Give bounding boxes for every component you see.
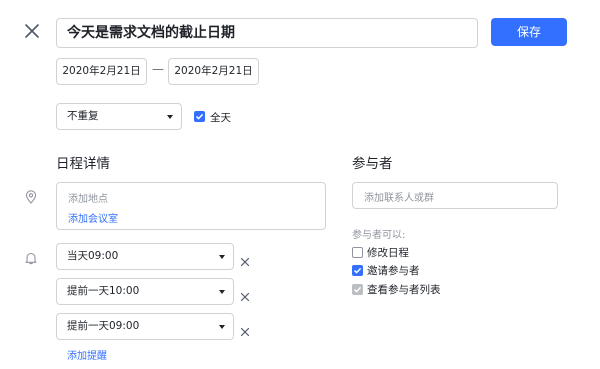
participant-search-input[interactable]: 添加联系人或群 [352,182,558,209]
participant-search-placeholder: 添加联系人或群 [364,193,434,204]
event-title-input[interactable]: 今天是需求文档的截止日期 [56,18,478,48]
close-icon [240,257,250,267]
date-range-separator: — [152,62,164,76]
permission-view-list-label: 查看参与者列表 [367,284,441,296]
reminder-select-3[interactable]: 提前一天09:00 [56,313,234,340]
check-icon [353,267,362,274]
permission-view-list-checkbox [352,284,363,295]
location-pin-icon [25,189,37,208]
permissions-label: 参与者可以: [352,230,406,241]
reminder-select-value: 提前一天10:00 [67,285,140,297]
save-button[interactable]: 保存 [491,18,567,46]
caret-down-icon [167,115,173,119]
repeat-select[interactable]: 不重复 [56,103,182,130]
permission-edit-label: 修改日程 [367,247,409,259]
details-section-title: 日程详情 [56,156,110,172]
reminder-select-value: 当天09:00 [67,250,119,262]
permission-invite-checkbox[interactable] [352,265,363,276]
caret-down-icon [219,325,225,329]
all-day-checkbox[interactable] [194,111,205,122]
permission-edit-checkbox[interactable] [352,247,363,258]
add-reminder-link[interactable]: 添加提醒 [67,347,107,362]
close-icon [240,292,250,302]
location-input[interactable]: 添加地点 [68,190,108,205]
check-icon [195,113,204,120]
close-icon [25,24,39,38]
caret-down-icon [219,255,225,259]
add-meeting-room-link[interactable]: 添加会议室 [68,210,118,225]
location-box: 添加地点 添加会议室 [56,182,326,230]
remove-reminder-button-1[interactable] [240,252,250,267]
bell-icon [25,250,37,269]
caret-down-icon [219,290,225,294]
reminder-select-2[interactable]: 提前一天10:00 [56,278,234,305]
all-day-label: 全天 [210,112,231,124]
participants-section-title: 参与者 [352,156,393,172]
check-icon [353,286,362,293]
repeat-select-value: 不重复 [67,110,99,122]
end-date-picker[interactable]: 2020年2月21日 [168,58,259,85]
permission-invite-label: 邀请参与者 [367,265,420,277]
close-button[interactable] [22,21,42,41]
reminder-select-1[interactable]: 当天09:00 [56,243,234,270]
start-date-picker[interactable]: 2020年2月21日 [56,58,147,85]
close-icon [240,327,250,337]
remove-reminder-button-2[interactable] [240,287,250,302]
reminder-select-value: 提前一天09:00 [67,320,140,332]
remove-reminder-button-3[interactable] [240,322,250,337]
